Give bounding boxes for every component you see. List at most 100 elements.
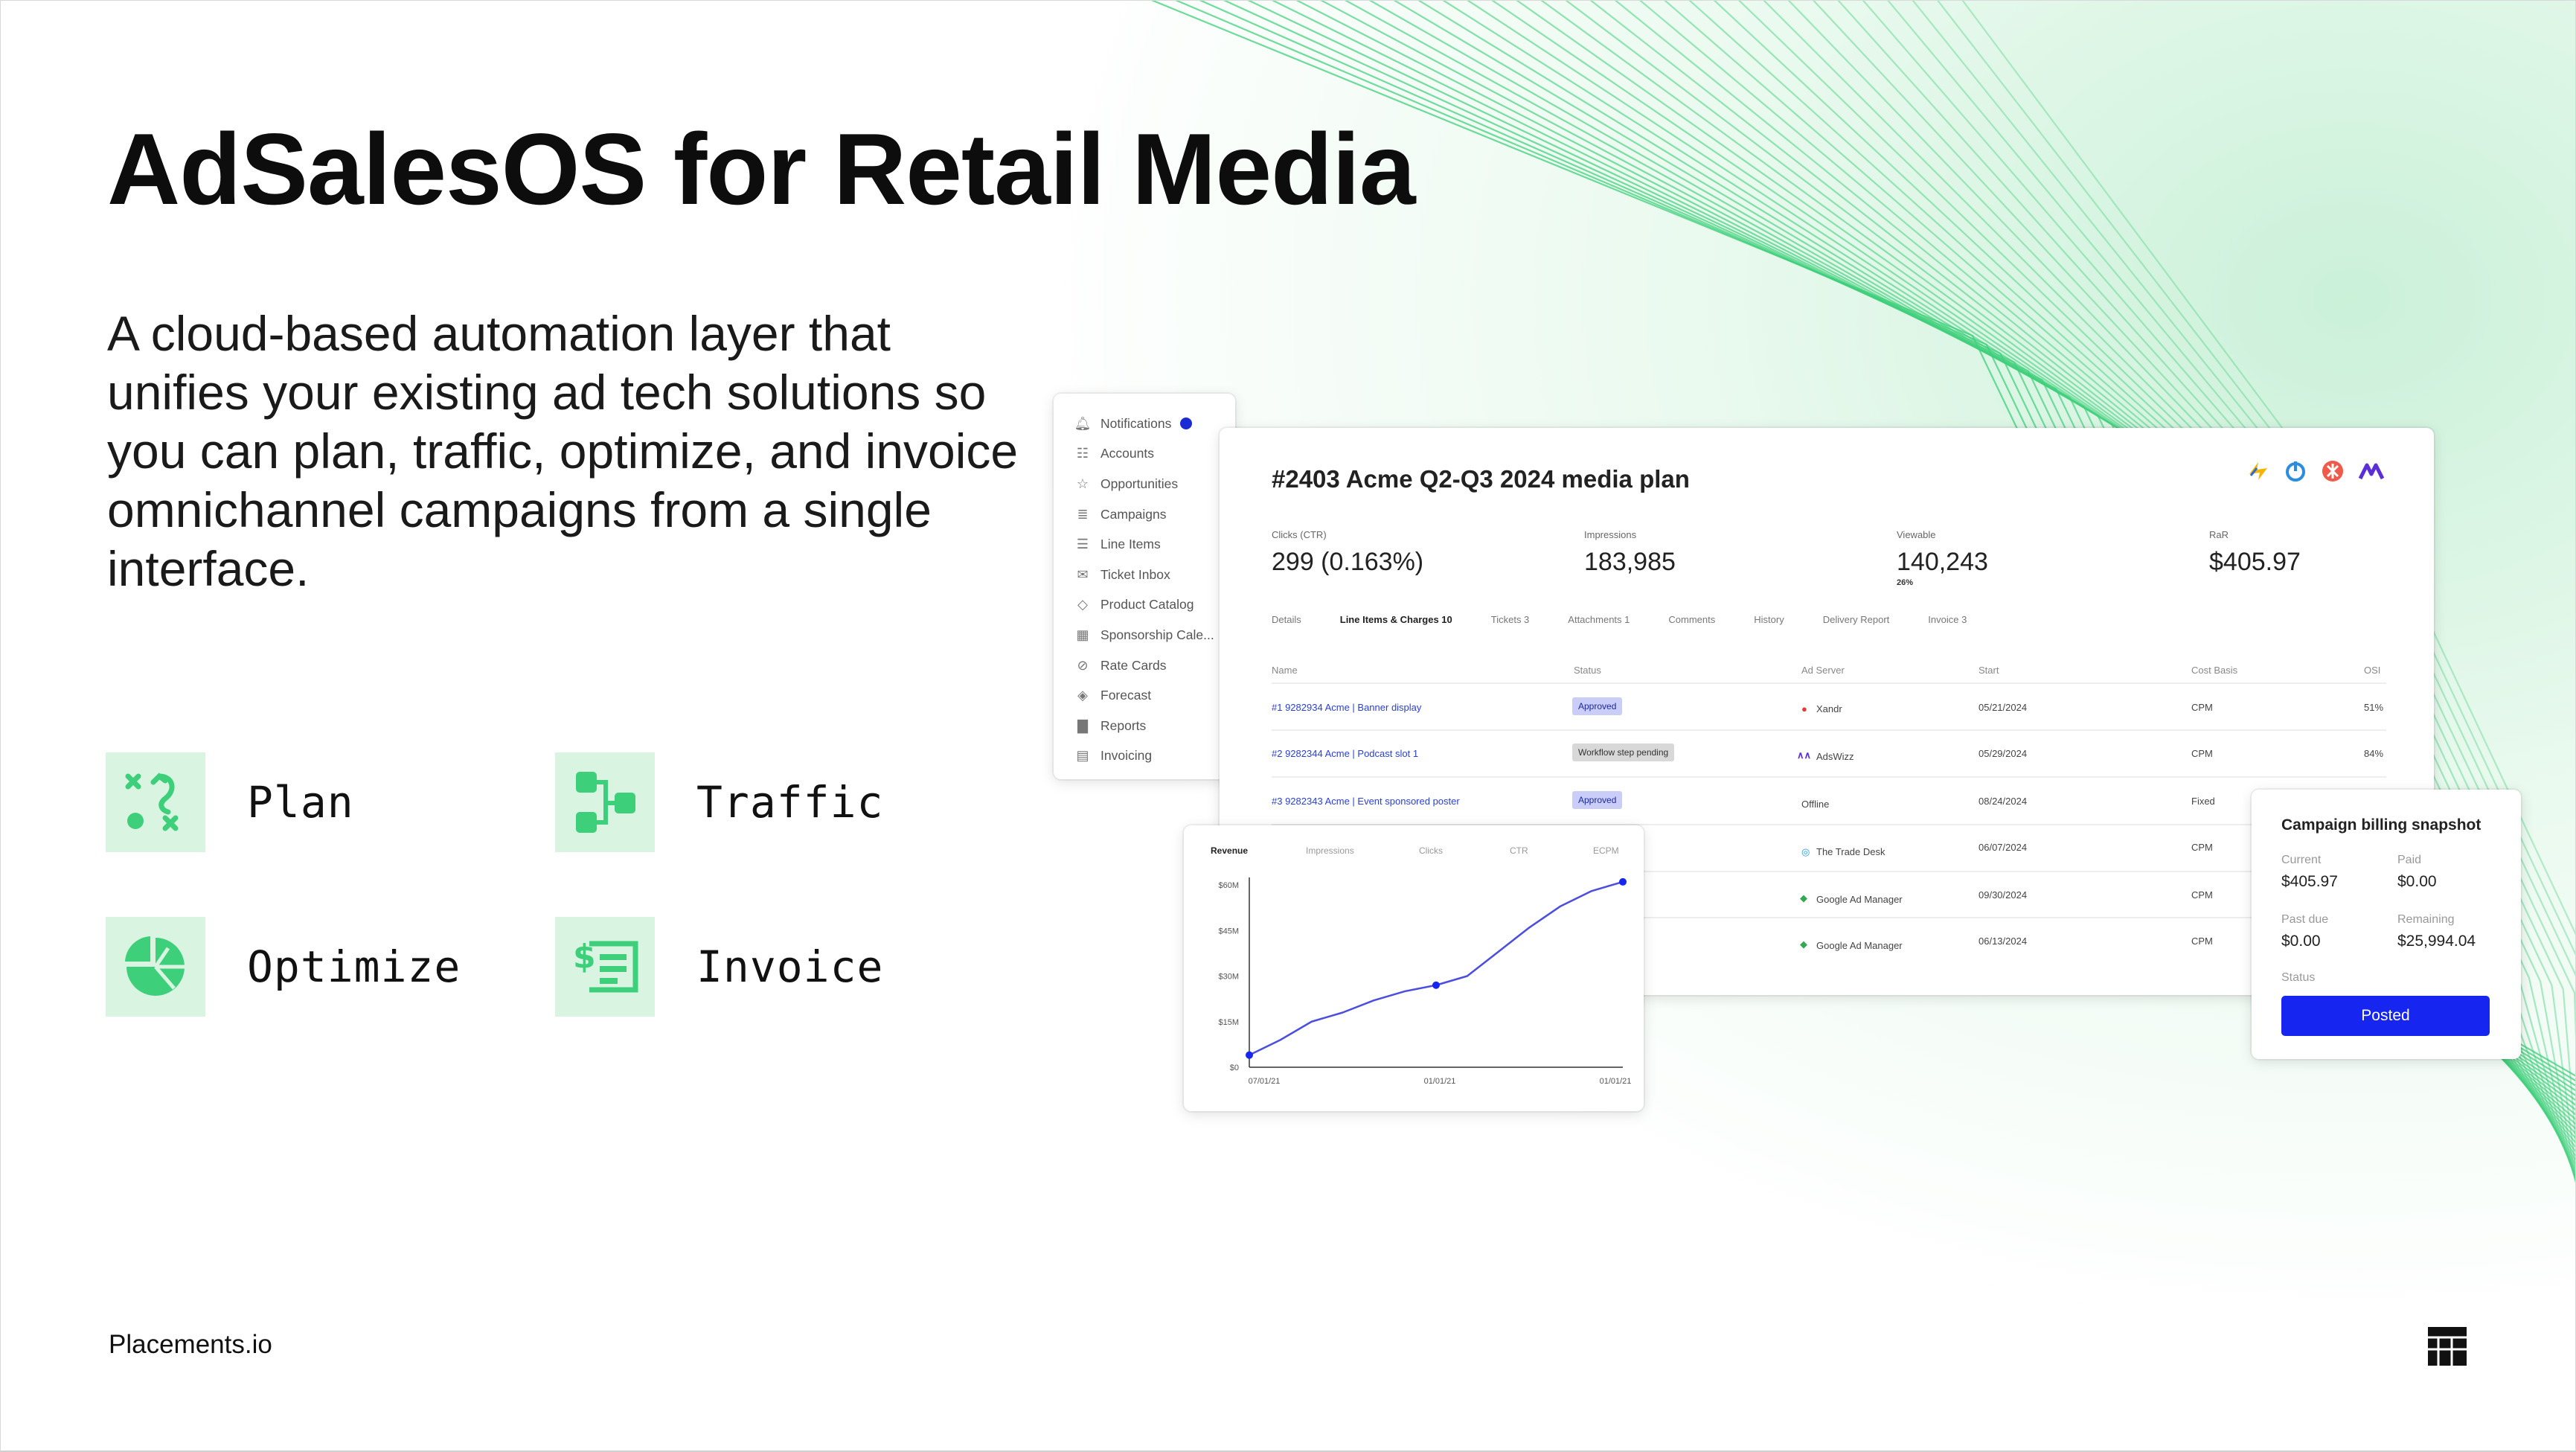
sidebar-item-reports[interactable]: ▇ Reports — [1054, 711, 1235, 741]
sidebar-item-sponsorship-calendar[interactable]: ▦ Sponsorship Cale... — [1054, 620, 1235, 650]
y-tick-label: $60M — [1218, 881, 1239, 890]
tab-delivery-report[interactable]: Delivery Report — [1823, 614, 1890, 625]
start-date: 05/21/2024 — [1979, 702, 2028, 713]
inbox-icon: ✉ — [1077, 566, 1089, 582]
metric-clicks: Clicks (CTR) 299 (0.163%) — [1272, 529, 1423, 577]
y-tick-label: $15M — [1218, 1018, 1239, 1027]
campaigns-icon: ≣ — [1077, 506, 1089, 522]
bar-chart-icon: ▇ — [1077, 717, 1088, 733]
revenue-chart: Revenue Impressions Clicks CTR ECPM $0 $15M $30… — [1211, 845, 1631, 1086]
media-plan-tabs: Details Line Items & Charges 10 Tickets … — [1272, 614, 2005, 625]
ad-server: Google Ad Manager — [1816, 940, 1903, 951]
chart-tab-ecpm[interactable]: ECPM — [1593, 845, 1619, 856]
power-icon[interactable] — [2284, 459, 2307, 483]
metric-rar: RaR $405.97 — [2209, 529, 2301, 577]
data-point[interactable] — [1432, 981, 1440, 989]
xandr-icon: ● — [1801, 703, 1807, 714]
table-divider — [1272, 729, 2386, 731]
tab-details[interactable]: Details — [1272, 614, 1301, 625]
metric-value: $405.97 — [2209, 548, 2301, 576]
sidebar-item-label: Ticket Inbox — [1100, 566, 1170, 582]
sidebar-item-line-items[interactable]: ☰ Line Items — [1054, 529, 1235, 560]
line-item-name[interactable]: #3 9282343 Acme | Event sponsored poster — [1272, 796, 1460, 807]
sidebar-item-label: Sponsorship Cale... — [1100, 627, 1214, 642]
sidebar-item-notifications[interactable]: 🔔︎ Notifications — [1054, 409, 1235, 439]
cost-basis: CPM — [2191, 936, 2213, 947]
billing-current-value: $405.97 — [2281, 873, 2338, 890]
line-item-name[interactable]: #2 9282344 Acme | Podcast slot 1 — [1272, 748, 1418, 759]
feature-optimize: Optimize — [106, 917, 461, 1017]
xandr-icon[interactable] — [2321, 459, 2345, 483]
rate-card-icon: ⊘ — [1077, 657, 1089, 673]
adswizz-icon[interactable] — [2358, 459, 2385, 483]
y-tick-label: $45M — [1218, 927, 1239, 936]
list-icon: ☰ — [1076, 537, 1089, 552]
cost-basis: CPM — [2191, 748, 2213, 759]
lightning-icon[interactable] — [2246, 459, 2270, 483]
sidebar-item-opportunities[interactable]: ☆ Opportunities — [1054, 469, 1235, 499]
sidebar-item-label: Opportunities — [1100, 476, 1179, 491]
sidebar-item-label: Product Catalog — [1100, 597, 1194, 613]
tab-invoice[interactable]: Invoice 3 — [1928, 614, 1967, 625]
google-ad-manager-icon: ◆ — [1800, 892, 1807, 903]
invoice-icon: ▤ — [1076, 748, 1089, 764]
x-tick-label: 07/01/21 — [1249, 1077, 1281, 1086]
tab-comments[interactable]: Comments — [1668, 614, 1715, 625]
data-point[interactable] — [1619, 877, 1627, 886]
metric-value: 183,985 — [1584, 548, 1676, 576]
table-divider — [1272, 682, 2386, 684]
sidebar-item-label: Rate Cards — [1100, 657, 1167, 673]
tab-attachments[interactable]: Attachments 1 — [1568, 614, 1630, 625]
sidebar-item-rate-cards[interactable]: ⊘ Rate Cards — [1054, 650, 1235, 681]
sidebar-item-campaigns[interactable]: ≣ Campaigns — [1054, 499, 1235, 530]
sidebar-item-ticket-inbox[interactable]: ✉ Ticket Inbox — [1054, 560, 1235, 590]
x-tick-label: 01/01/21 — [1424, 1077, 1456, 1086]
y-tick-label: $30M — [1218, 973, 1239, 982]
billing-status-label: Status — [2281, 971, 2316, 984]
bell-icon: 🔔︎ — [1074, 415, 1092, 431]
tab-history[interactable]: History — [1754, 614, 1784, 625]
col-header-start[interactable]: Start — [1979, 665, 1999, 676]
tag-icon: ◇ — [1077, 597, 1088, 613]
chart-tab-revenue[interactable]: Revenue — [1211, 845, 1248, 856]
table-divider — [1272, 776, 2386, 778]
col-header-name[interactable]: Name — [1272, 665, 1298, 676]
invoice-icon: $ — [555, 917, 655, 1017]
billing-remaining-label: Remaining — [2397, 913, 2455, 926]
start-date: 08/24/2024 — [1979, 796, 2028, 807]
adswizz-icon: ∧∧ — [1797, 749, 1812, 761]
sidebar-item-product-catalog[interactable]: ◇ Product Catalog — [1054, 590, 1235, 621]
tab-line-items[interactable]: Line Items & Charges 10 — [1340, 614, 1452, 625]
data-point[interactable] — [1246, 1051, 1253, 1059]
sidebar-item-accounts[interactable]: ☷ Accounts — [1054, 439, 1235, 470]
feature-plan-label: Plan — [247, 777, 354, 828]
slide-subtitle: A cloud-based automation layer that unif… — [107, 306, 1019, 596]
sidebar-item-forecast[interactable]: ◈ Forecast — [1054, 680, 1235, 711]
cost-basis: CPM — [2191, 702, 2213, 713]
ad-server: The Trade Desk — [1816, 846, 1885, 857]
col-header-ad-server[interactable]: Ad Server — [1801, 665, 1845, 676]
feature-plan: Plan — [106, 752, 354, 852]
sidebar-item-label: Reports — [1100, 717, 1147, 733]
chart-tab-ctr[interactable]: CTR — [1510, 845, 1528, 856]
ad-server: Google Ad Manager — [1816, 894, 1903, 905]
feature-invoice-label: Invoice — [696, 941, 884, 992]
metric-label: RaR — [2209, 529, 2229, 540]
chart-tab-clicks[interactable]: Clicks — [1419, 845, 1443, 856]
calendar-icon: ▦ — [1076, 627, 1089, 642]
status-badge: Approved — [1572, 697, 1623, 715]
sidebar-item-label: Campaigns — [1100, 506, 1167, 522]
col-header-cost-basis[interactable]: Cost Basis — [2191, 665, 2237, 676]
tab-tickets[interactable]: Tickets 3 — [1491, 614, 1530, 625]
col-header-osi[interactable]: OSI — [2364, 665, 2380, 676]
placements-logo-icon — [2428, 1327, 2467, 1366]
col-header-status[interactable]: Status — [1574, 665, 1601, 676]
line-item-name[interactable]: #1 9282934 Acme | Banner display — [1272, 702, 1421, 713]
star-icon: ☆ — [1076, 476, 1089, 491]
chart-tab-impressions[interactable]: Impressions — [1306, 845, 1354, 856]
status-posted-button[interactable]: Posted — [2281, 996, 2490, 1036]
sidebar-item-invoicing[interactable]: ▤ Invoicing — [1054, 741, 1235, 772]
feature-optimize-label: Optimize — [247, 941, 461, 992]
cost-basis: Fixed — [2191, 796, 2215, 807]
feature-traffic: Traffic — [555, 752, 883, 852]
